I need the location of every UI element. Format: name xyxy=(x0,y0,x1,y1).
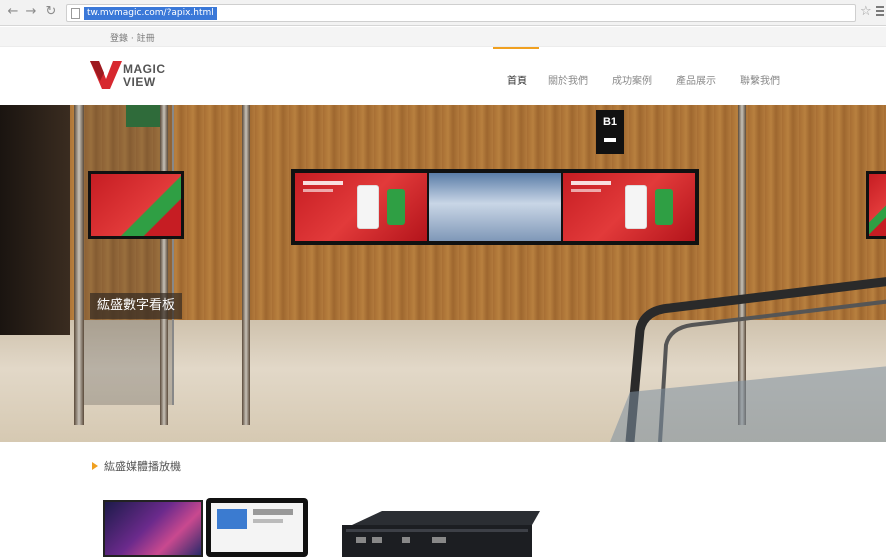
forward-arrow-icon[interactable]: → xyxy=(24,5,38,19)
bookmark-star-icon[interactable]: ☆ xyxy=(860,5,872,19)
hero-banner[interactable]: B1 紘盛數字看板 xyxy=(0,105,886,442)
section-title: 紘盛媒體播放機 xyxy=(92,458,181,474)
product-display-image[interactable] xyxy=(103,500,203,557)
utility-bar: 登錄 · 註冊 xyxy=(0,27,886,47)
steel-pillar xyxy=(160,105,168,425)
side-display-left xyxy=(88,171,184,239)
steel-pillar xyxy=(242,105,250,425)
page-icon xyxy=(71,8,80,19)
product-tablet-image[interactable] xyxy=(206,498,308,557)
browser-toolbar: ← → ↻ tw.mvmagic.com/?apix.html ☆ xyxy=(0,0,886,26)
product-media-player-image[interactable] xyxy=(342,507,540,557)
steel-pillar xyxy=(74,105,84,425)
floor-sign: B1 xyxy=(596,110,624,154)
address-bar[interactable]: tw.mvmagic.com/?apix.html xyxy=(66,4,856,22)
hero-caption: 紘盛數字看板 xyxy=(90,293,183,319)
url-text[interactable]: tw.mvmagic.com/?apix.html xyxy=(84,7,217,20)
nav-home[interactable]: 首頁 xyxy=(507,72,527,87)
triangle-bullet-icon xyxy=(92,462,98,470)
magic-view-logo[interactable]: MAGIC VIEW xyxy=(90,59,200,93)
floor-sign-text: B1 xyxy=(602,116,618,128)
browser-menu-icon[interactable] xyxy=(876,6,884,18)
escalator-handrail xyxy=(610,277,886,442)
logo-mark-icon xyxy=(90,61,122,89)
login-register-links[interactable]: 登錄 · 註冊 xyxy=(110,31,155,44)
video-wall-display xyxy=(291,169,699,245)
section-title-text: 紘盛媒體播放機 xyxy=(104,460,181,473)
nav-products[interactable]: 產品展示 xyxy=(676,72,716,87)
side-display-right xyxy=(866,171,886,239)
active-nav-indicator xyxy=(493,47,539,49)
display-panel xyxy=(295,173,427,241)
nav-about[interactable]: 關於我們 xyxy=(548,72,588,87)
logo-text-magic: MAGIC xyxy=(123,62,166,76)
reload-icon[interactable]: ↻ xyxy=(44,5,58,19)
nav-cases[interactable]: 成功案例 xyxy=(612,72,652,87)
nav-contact[interactable]: 聯繫我們 xyxy=(740,72,780,87)
back-arrow-icon[interactable]: ← xyxy=(6,5,20,19)
site-header: MAGIC VIEW 首頁 關於我們 成功案例 產品展示 聯繫我們 xyxy=(0,47,886,105)
display-panel xyxy=(429,173,561,241)
dark-doorway xyxy=(0,105,70,335)
display-panel xyxy=(563,173,695,241)
logo-text-view: VIEW xyxy=(123,75,156,89)
